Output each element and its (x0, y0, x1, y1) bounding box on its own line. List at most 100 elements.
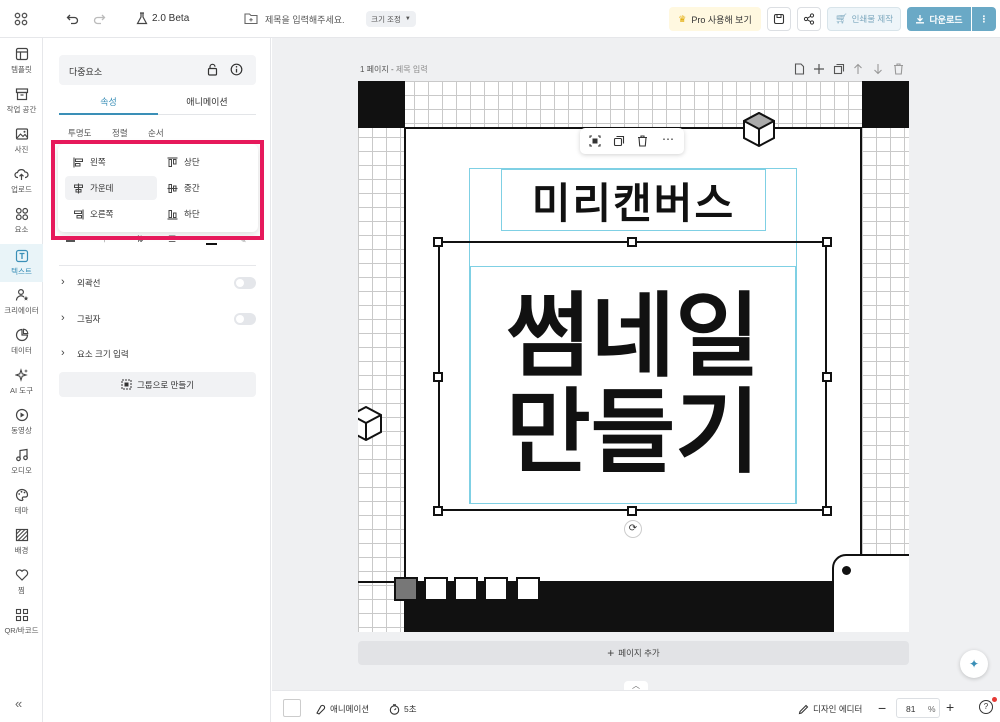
resize-handle-n[interactable] (627, 237, 637, 247)
template-icon (15, 47, 28, 61)
resize-handle-sw[interactable] (433, 506, 443, 516)
lock-icon[interactable] (207, 63, 218, 79)
section-shadow[interactable]: › 그림자 (59, 312, 256, 326)
sidebar-item-photo[interactable]: 사진 (0, 126, 43, 160)
move-up-icon[interactable] (853, 63, 863, 75)
sidebar-item-label: 배경 (14, 546, 29, 555)
group-icon (121, 379, 132, 390)
resize-handle-ne[interactable] (822, 237, 832, 247)
undo-icon[interactable] (66, 12, 79, 28)
resize-dropdown[interactable]: 크기 조정 ▼ (366, 11, 416, 27)
sidebar-item-background[interactable]: 배경 (0, 527, 43, 561)
chevron-right-icon: › (61, 276, 65, 288)
apps-icon[interactable] (14, 12, 28, 29)
sidebar-item-creator[interactable]: 크리에이터 (0, 287, 43, 321)
creator-icon (15, 288, 28, 301)
sidebar-item-text[interactable]: 텍스트 (0, 244, 43, 282)
section-size-input[interactable]: › 요소 크기 입력 (59, 347, 256, 361)
collapse-sidebar-icon[interactable]: « (15, 696, 22, 711)
sidebar-item-template[interactable]: 템플릿 (0, 46, 43, 80)
sidebar-item-label: 템플릿 (11, 65, 32, 74)
tab-animation[interactable]: 애니메이션 (158, 95, 256, 115)
section-label: 외곽선 (77, 278, 101, 288)
white-square (424, 577, 448, 601)
trash-icon[interactable] (637, 135, 648, 147)
sidebar-item-elements[interactable]: 요소 (0, 206, 43, 240)
corner-block-top-left (358, 81, 405, 128)
sidebar-item-favorites[interactable]: 찜 (0, 567, 43, 601)
highlight-annotation-box (51, 140, 264, 240)
sidebar-item-workspace[interactable]: 작업 공간 (0, 86, 43, 120)
sidebar-item-data[interactable]: 데이터 (0, 327, 43, 361)
heart-icon (15, 569, 28, 581)
info-icon[interactable] (230, 63, 243, 79)
resize-handle-nw[interactable] (433, 237, 443, 247)
add-page-icon[interactable] (813, 63, 825, 75)
redo-icon[interactable] (93, 12, 106, 28)
sidebar-item-label: 오디오 (11, 466, 32, 475)
duplicate-icon[interactable] (613, 135, 625, 147)
subtab-opacity[interactable]: 투명도 (68, 127, 91, 139)
zoom-out-button[interactable]: − (878, 700, 886, 716)
more-horizontal-icon[interactable]: ⋯ (662, 132, 674, 146)
outline-toggle[interactable] (234, 277, 256, 289)
crown-icon: ♛ (678, 13, 687, 24)
video-icon (15, 408, 28, 422)
text-icon (15, 249, 28, 263)
save-button[interactable] (767, 7, 791, 31)
sidebar-item-video[interactable]: 동영상 (0, 407, 43, 441)
duplicate-page-icon[interactable] (833, 63, 845, 75)
sidebar-item-audio[interactable]: 오디오 (0, 447, 43, 481)
group-icon[interactable] (589, 135, 601, 147)
shadow-toggle[interactable] (234, 313, 256, 325)
download-more-button[interactable]: ⋮ (972, 7, 996, 31)
page-note-icon[interactable] (794, 63, 805, 75)
sidebar-item-ai-tools[interactable]: AI 도구 (0, 367, 43, 401)
design-page[interactable]: 01 미리캔버스 썸네일 만들기 ⟳ ⋯ (358, 81, 909, 632)
delete-page-icon[interactable] (893, 63, 904, 75)
resize-handle-se[interactable] (822, 506, 832, 516)
zoom-in-button[interactable]: + (946, 699, 954, 715)
sidebar-item-label: 테마 (14, 506, 29, 515)
print-label: 인쇄물 제작 (851, 14, 894, 24)
add-page-button[interactable]: + 페이지 추가 (358, 641, 909, 665)
zoom-input[interactable]: 81 % (896, 698, 940, 718)
design-editor-button[interactable]: 디자인 에디터 (798, 703, 862, 715)
animation-button[interactable]: 애니메이션 (315, 703, 369, 715)
sidebar-item-upload[interactable]: 업로드 (0, 166, 43, 200)
sidebar-item-label: AI 도구 (10, 386, 33, 395)
move-down-icon[interactable] (873, 63, 883, 75)
sidebar-rail: 템플릿 작업 공간 사진 업로드 요소 텍스트 크리에이터 데이터 AI 도구 … (0, 38, 43, 722)
resize-handle-s[interactable] (627, 506, 637, 516)
resize-label: 크기 조정 (371, 14, 401, 24)
subtab-align[interactable]: 정렬 (112, 127, 128, 139)
background-color-swatch[interactable] (283, 699, 301, 717)
document-title-input[interactable]: 제목을 입력해주세요. (265, 13, 345, 26)
zoom-unit: % (928, 704, 936, 714)
version-label: 2.0 Beta (152, 13, 190, 24)
folder-icon[interactable] (244, 12, 258, 28)
sidebar-item-theme[interactable]: 테마 (0, 487, 43, 521)
workspace-icon (15, 88, 28, 101)
page-title-input[interactable]: 제목 입력 (396, 65, 428, 74)
elements-icon (15, 207, 28, 221)
rotate-handle[interactable]: ⟳ (624, 520, 642, 538)
print-button[interactable]: 🛒︎ 인쇄물 제작 (827, 7, 901, 31)
tab-properties[interactable]: 속성 (59, 95, 158, 115)
sidebar-item-qr[interactable]: QR/바코드 (0, 607, 43, 641)
help-button[interactable]: ? (979, 700, 993, 714)
page-toolbar (792, 62, 912, 76)
subtab-order[interactable]: 순서 (148, 127, 164, 139)
share-button[interactable] (797, 7, 821, 31)
pro-trial-button[interactable]: ♛ Pro 사용해 보기 (669, 7, 761, 31)
duration-label: 5초 (404, 704, 417, 714)
duration-button[interactable]: 5초 (389, 703, 417, 715)
notification-dot (992, 697, 997, 702)
download-button[interactable]: 다운로드 (907, 7, 971, 31)
section-outline[interactable]: › 외곽선 (59, 276, 256, 290)
group-button[interactable]: 그룹으로 만들기 (59, 372, 256, 397)
resize-handle-e[interactable] (822, 372, 832, 382)
group-selection-box[interactable] (438, 241, 827, 511)
ai-assist-button[interactable]: ✦ (960, 650, 988, 678)
resize-handle-w[interactable] (433, 372, 443, 382)
